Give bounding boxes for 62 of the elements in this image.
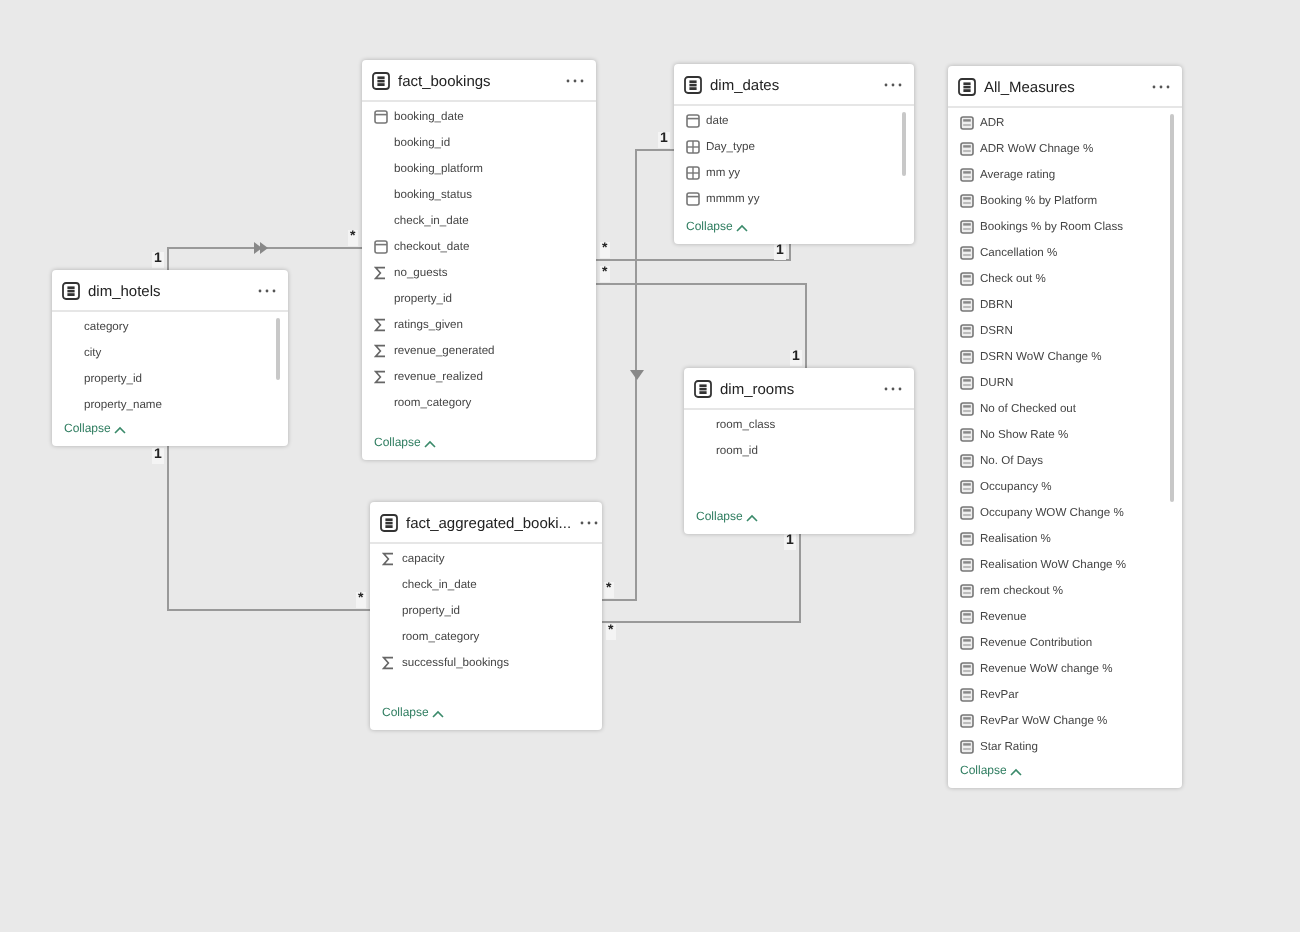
- scrollbar[interactable]: [276, 318, 280, 380]
- calendar-icon: [374, 110, 388, 124]
- relationship-line[interactable]: [167, 445, 371, 611]
- caret-icon: [746, 514, 759, 522]
- caret-icon: [736, 224, 749, 232]
- caret-icon: [1010, 768, 1023, 776]
- relationship-line[interactable]: [595, 283, 807, 369]
- calculator-icon: [960, 402, 974, 416]
- more-icon[interactable]: [884, 385, 902, 391]
- caret-icon: [114, 426, 127, 434]
- table-icon: [62, 281, 80, 299]
- calculator-icon: [960, 454, 974, 468]
- direction-arrow-icon: [629, 370, 643, 382]
- calculator-icon: [960, 116, 974, 130]
- caret-icon: [432, 710, 445, 718]
- table-icon: [958, 77, 976, 95]
- table-icon: [372, 71, 390, 89]
- table-icon: [694, 379, 712, 397]
- table-icon: [380, 513, 398, 531]
- calculator-icon: [960, 714, 974, 728]
- calculator-icon: [960, 376, 974, 390]
- scrollbar[interactable]: [902, 112, 906, 176]
- more-icon[interactable]: [579, 519, 598, 525]
- table-card[interactable]: [948, 66, 1182, 788]
- calculator-icon: [960, 506, 974, 520]
- calendar-icon: [686, 114, 700, 128]
- calculator-icon: [960, 168, 974, 182]
- calculator-icon: [960, 428, 974, 442]
- grid-icon: [686, 166, 700, 180]
- caret-icon: [424, 440, 437, 448]
- calculator-icon: [960, 688, 974, 702]
- more-icon[interactable]: [1152, 83, 1170, 89]
- calculator-icon: [960, 324, 974, 338]
- calculator-icon: [960, 246, 974, 260]
- more-icon[interactable]: [566, 77, 584, 83]
- calculator-icon: [960, 350, 974, 364]
- calculator-icon: [960, 220, 974, 234]
- grid-icon: [686, 140, 700, 154]
- table-icon: [684, 75, 702, 93]
- calculator-icon: [960, 532, 974, 546]
- sum-icon: [374, 266, 386, 280]
- calculator-icon: [960, 480, 974, 494]
- direction-arrow-icon: [253, 242, 267, 254]
- more-icon[interactable]: [258, 287, 276, 293]
- calendar-icon: [686, 192, 700, 206]
- calculator-icon: [960, 272, 974, 286]
- sum-icon: [382, 656, 394, 670]
- calculator-icon: [960, 194, 974, 208]
- calculator-icon: [960, 662, 974, 676]
- scrollbar[interactable]: [1170, 114, 1174, 503]
- more-icon[interactable]: [884, 81, 902, 87]
- sum-icon: [382, 552, 394, 566]
- calculator-icon: [960, 142, 974, 156]
- calculator-icon: [960, 610, 974, 624]
- calculator-icon: [960, 636, 974, 650]
- calculator-icon: [960, 584, 974, 598]
- calculator-icon: [960, 740, 974, 754]
- calculator-icon: [960, 558, 974, 572]
- calculator-icon: [960, 298, 974, 312]
- relationship-line[interactable]: [595, 243, 791, 261]
- calendar-icon: [374, 240, 388, 254]
- relationship-line[interactable]: [167, 247, 363, 271]
